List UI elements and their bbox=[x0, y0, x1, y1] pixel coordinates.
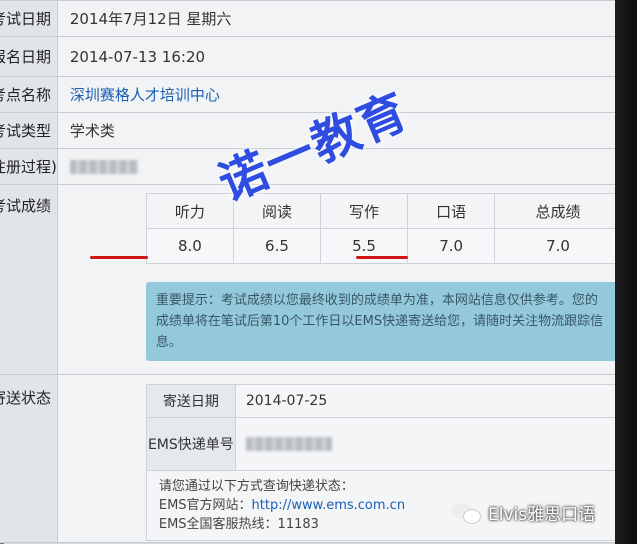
brand-name: Elvis雅思口语 bbox=[488, 504, 596, 525]
score-header-writing: 写作 bbox=[320, 193, 409, 229]
important-notice: 重要提示：考试成绩以您最终收到的成绩单为准，本网站信息仅供参考。您的成绩单将在笔… bbox=[145, 282, 615, 361]
ems-number-label: EMS快递单号 bbox=[145, 417, 236, 471]
redacted-ems-number bbox=[245, 437, 332, 451]
scores-cell: 听力 阅读 写作 口语 总成绩 8.0 6.5 5.5 7.0 7.0 重要提示… bbox=[56, 184, 615, 375]
redacted-value bbox=[69, 160, 138, 174]
score-header-listening: 听力 bbox=[145, 193, 234, 229]
score-table: 听力 阅读 写作 口语 总成绩 8.0 6.5 5.5 7.0 7.0 bbox=[145, 193, 615, 264]
brand-badge: Elvis雅思口语 bbox=[452, 497, 595, 527]
exam-date-label: 考试日期 bbox=[0, 0, 58, 37]
send-date-label: 寄送日期 bbox=[145, 384, 236, 418]
listening-score-underline bbox=[90, 256, 148, 259]
score-speaking: 7.0 bbox=[407, 228, 496, 264]
phone-screen: 考试日期 2014年7月12日 星期六 报名日期 2014-07-13 16:2… bbox=[0, 0, 615, 544]
exam-date-value: 2014年7月12日 星期六 bbox=[56, 0, 615, 37]
ems-website-link[interactable]: http://www.ems.com.cn bbox=[252, 498, 406, 513]
reg-date-label: 报名日期 bbox=[0, 36, 58, 77]
reg-process-label: 注册过程) bbox=[0, 148, 58, 185]
row-exam-date: 考试日期 2014年7月12日 星期六 bbox=[0, 0, 615, 37]
score-info-table: 考试日期 2014年7月12日 星期六 报名日期 2014-07-13 16:2… bbox=[0, 0, 615, 543]
test-center-label: 考点名称 bbox=[0, 76, 58, 113]
score-header-overall: 总成绩 bbox=[494, 193, 615, 229]
wechat-icon bbox=[452, 500, 482, 524]
score-reading: 6.5 bbox=[232, 228, 322, 264]
ems-website-label: EMS官方网站： bbox=[158, 498, 252, 513]
speaking-score-underline bbox=[356, 256, 408, 259]
row-scores: 考试成绩 听力 阅读 写作 口语 总成绩 8.0 6.5 5.5 7.0 bbox=[0, 184, 615, 375]
score-overall: 7.0 bbox=[494, 228, 615, 264]
ems-number-value bbox=[234, 417, 615, 471]
exam-type-label: 考试类型 bbox=[0, 112, 58, 149]
score-listening: 8.0 bbox=[145, 228, 234, 264]
send-status-label: 寄送状态 bbox=[0, 374, 58, 543]
score-header-speaking: 口语 bbox=[407, 193, 496, 229]
phone-bezel bbox=[615, 0, 637, 544]
ems-query-intro: 请您通过以下方式查询快递状态： bbox=[158, 479, 354, 494]
row-reg-date: 报名日期 2014-07-13 16:20 bbox=[0, 36, 615, 77]
scores-label: 考试成绩 bbox=[0, 184, 58, 375]
send-date-value: 2014-07-25 bbox=[234, 384, 615, 418]
reg-date-value: 2014-07-13 16:20 bbox=[56, 36, 615, 77]
